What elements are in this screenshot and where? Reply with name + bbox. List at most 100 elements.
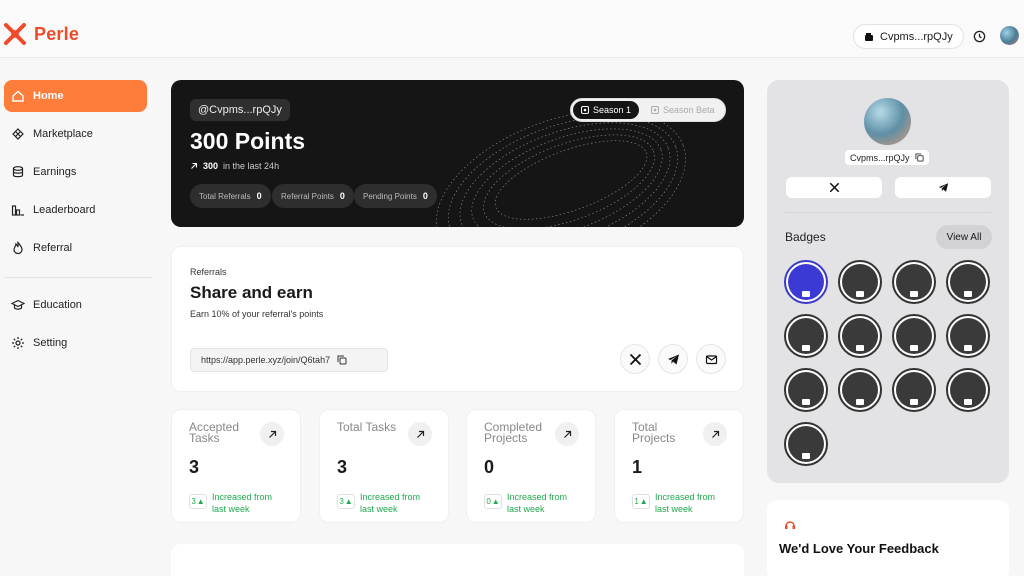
sidebar-item-label: Setting bbox=[33, 337, 68, 349]
view-all-badges-button[interactable]: View All bbox=[936, 225, 992, 249]
profile-name-chip[interactable]: Cvpms...rpQJy bbox=[845, 150, 929, 165]
season-toggle: Season 1 Season Beta bbox=[570, 98, 726, 122]
history-button[interactable] bbox=[969, 26, 989, 46]
season-beta-tab[interactable]: Season Beta bbox=[651, 101, 715, 119]
arrow-up-right-icon bbox=[191, 162, 198, 169]
connect-telegram-button[interactable] bbox=[895, 177, 991, 198]
open-button[interactable] bbox=[260, 422, 284, 446]
clock-icon bbox=[973, 30, 985, 42]
triangle-up-icon: ▲ bbox=[344, 497, 353, 506]
referral-subtitle: Earn 10% of your referral's points bbox=[190, 309, 324, 319]
referral-points-stat: Referral Points 0 bbox=[272, 184, 354, 208]
badge-emblem-icon bbox=[896, 318, 932, 354]
delta-badge: 3 ▲ bbox=[189, 494, 207, 509]
wallet-icon bbox=[865, 32, 873, 41]
share-telegram-button[interactable] bbox=[658, 344, 688, 374]
badge[interactable] bbox=[784, 368, 828, 412]
delta-value: 3 bbox=[339, 497, 344, 506]
bottom-card bbox=[171, 544, 744, 576]
badge-emblem-icon bbox=[788, 318, 824, 354]
stat-label: Total Referrals bbox=[199, 191, 251, 201]
badge[interactable] bbox=[946, 260, 990, 304]
open-button[interactable] bbox=[555, 422, 579, 446]
completed-projects-card[interactable]: Completed Projects 0 0 ▲ Increased from l… bbox=[466, 409, 596, 523]
stat-card-note: Increased from last week bbox=[507, 492, 568, 514]
profile-panel: Cvpms...rpQJy Badges View All bbox=[767, 80, 1009, 483]
badge[interactable] bbox=[892, 260, 936, 304]
badge[interactable] bbox=[838, 368, 882, 412]
sidebar-item-earnings[interactable]: Earnings bbox=[4, 156, 147, 188]
badge-emblem-icon bbox=[842, 372, 878, 408]
home-icon bbox=[12, 90, 24, 102]
delta-badge: 1 ▲ bbox=[632, 494, 650, 509]
marketplace-icon bbox=[12, 128, 24, 140]
stat-card-title: Completed Projects bbox=[484, 420, 543, 445]
stat-card-note: Increased from last week bbox=[360, 492, 421, 514]
badge-emblem-icon bbox=[842, 318, 878, 354]
stat-label: Referral Points bbox=[281, 191, 334, 201]
stat-card-title: Accepted Tasks bbox=[189, 420, 240, 445]
badge[interactable] bbox=[946, 314, 990, 358]
referral-link: https://app.perle.xyz/join/Q6tah7 bbox=[201, 355, 331, 365]
sidebar-item-label: Education bbox=[33, 299, 82, 311]
sidebar: Home Marketplace Earnings Leaderboard Re… bbox=[0, 58, 160, 576]
sidebar-item-label: Marketplace bbox=[33, 128, 93, 140]
copy-icon[interactable] bbox=[337, 355, 347, 365]
referral-card: Referrals Share and earn Earn 10% of you… bbox=[171, 246, 744, 392]
badge[interactable] bbox=[838, 260, 882, 304]
share-email-button[interactable] bbox=[696, 344, 726, 374]
delta-value: 1 bbox=[634, 497, 639, 506]
open-button[interactable] bbox=[408, 422, 432, 446]
sidebar-item-marketplace[interactable]: Marketplace bbox=[4, 118, 147, 150]
badge[interactable] bbox=[946, 368, 990, 412]
arrow-up-right-icon bbox=[268, 430, 276, 438]
feedback-card[interactable]: We'd Love Your Feedback bbox=[767, 500, 1009, 576]
season-icon bbox=[580, 106, 589, 114]
avatar[interactable] bbox=[1000, 26, 1019, 45]
x-logo-icon bbox=[829, 182, 839, 193]
referral-link-field[interactable]: https://app.perle.xyz/join/Q6tah7 bbox=[190, 348, 388, 372]
badge-emblem-icon bbox=[842, 264, 878, 300]
connect-x-button[interactable] bbox=[786, 177, 882, 198]
badge[interactable] bbox=[892, 368, 936, 412]
sidebar-item-education[interactable]: Education bbox=[4, 289, 147, 321]
accepted-tasks-card[interactable]: Accepted Tasks 3 3 ▲ Increased from last … bbox=[171, 409, 301, 523]
coins-icon bbox=[12, 166, 24, 178]
season-1-label: Season 1 bbox=[592, 105, 632, 115]
copy-icon[interactable] bbox=[914, 153, 924, 162]
mail-icon bbox=[705, 354, 717, 364]
sidebar-item-label: Home bbox=[33, 90, 64, 102]
sidebar-item-setting[interactable]: Setting bbox=[4, 327, 147, 359]
wallet-button[interactable]: Cvpms...rpQJy bbox=[853, 24, 964, 49]
total-projects-card[interactable]: Total Projects 1 1 ▲ Increased from last … bbox=[614, 409, 744, 523]
points-hero-card: @Cvpms...rpQJy 300 Points 300 in the las… bbox=[171, 80, 744, 227]
triangle-up-icon: ▲ bbox=[639, 497, 648, 506]
triangle-up-icon: ▲ bbox=[491, 497, 500, 506]
sidebar-item-leaderboard[interactable]: Leaderboard bbox=[4, 194, 147, 226]
season-1-tab[interactable]: Season 1 bbox=[573, 101, 639, 119]
pending-points-stat: Pending Points 0 bbox=[354, 184, 437, 208]
sidebar-item-home[interactable]: Home bbox=[4, 80, 147, 112]
profile-avatar bbox=[864, 98, 911, 145]
total-tasks-card[interactable]: Total Tasks 3 3 ▲ Increased from last wee… bbox=[319, 409, 449, 523]
x-logo-icon bbox=[629, 353, 641, 365]
badge-emblem-icon bbox=[788, 264, 824, 300]
badge[interactable] bbox=[784, 314, 828, 358]
stat-label: Pending Points bbox=[363, 191, 417, 201]
badge-emblem-icon bbox=[896, 372, 932, 408]
share-x-button[interactable] bbox=[620, 344, 650, 374]
open-button[interactable] bbox=[703, 422, 727, 446]
badge[interactable] bbox=[838, 314, 882, 358]
points-total: 300 Points bbox=[190, 128, 306, 154]
badge-emblem-icon bbox=[896, 264, 932, 300]
badges-label: Badges bbox=[785, 230, 826, 244]
badge[interactable] bbox=[784, 260, 828, 304]
referral-eyebrow: Referrals bbox=[190, 267, 227, 277]
panel-divider bbox=[785, 212, 991, 213]
badge[interactable] bbox=[892, 314, 936, 358]
sidebar-item-referral[interactable]: Referral bbox=[4, 232, 147, 264]
badge-emblem-icon bbox=[950, 372, 986, 408]
perle-logo[interactable]: Perle bbox=[4, 23, 79, 45]
badge[interactable] bbox=[784, 422, 828, 466]
stat-value: 0 bbox=[422, 191, 428, 201]
